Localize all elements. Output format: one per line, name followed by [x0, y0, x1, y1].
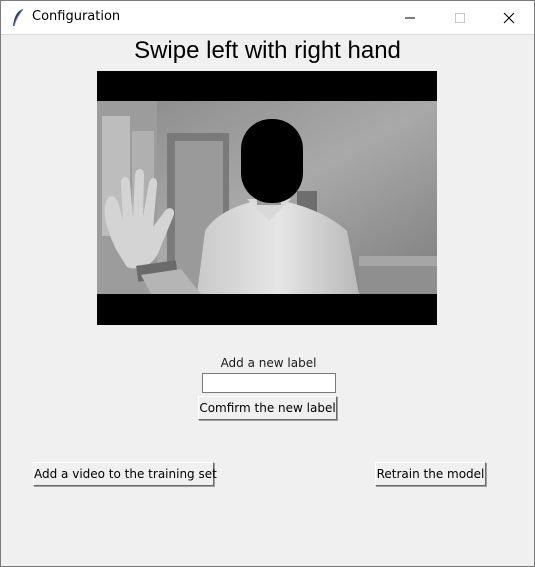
close-button[interactable]: [486, 1, 532, 34]
app-window: Configuration Swipe left with right hand: [0, 0, 535, 567]
close-icon: [503, 12, 515, 24]
maximize-icon: [455, 13, 465, 23]
title-bar[interactable]: Configuration: [1, 1, 534, 35]
minimize-icon: [405, 17, 415, 19]
new-label-input[interactable]: [202, 373, 336, 393]
confirm-label-button[interactable]: Comfirm the new label: [198, 396, 337, 420]
minimize-button[interactable]: [387, 1, 433, 34]
feather-icon: [11, 8, 25, 28]
new-label-caption: Add a new label: [220, 356, 317, 370]
gesture-heading: Swipe left with right hand: [134, 37, 401, 64]
retrain-model-button[interactable]: Retrain the model: [375, 462, 486, 486]
window-title: Configuration: [32, 9, 121, 24]
webcam-preview: [97, 71, 437, 325]
add-video-button[interactable]: Add a video to the training set: [33, 462, 217, 486]
maximize-button[interactable]: [437, 1, 483, 34]
